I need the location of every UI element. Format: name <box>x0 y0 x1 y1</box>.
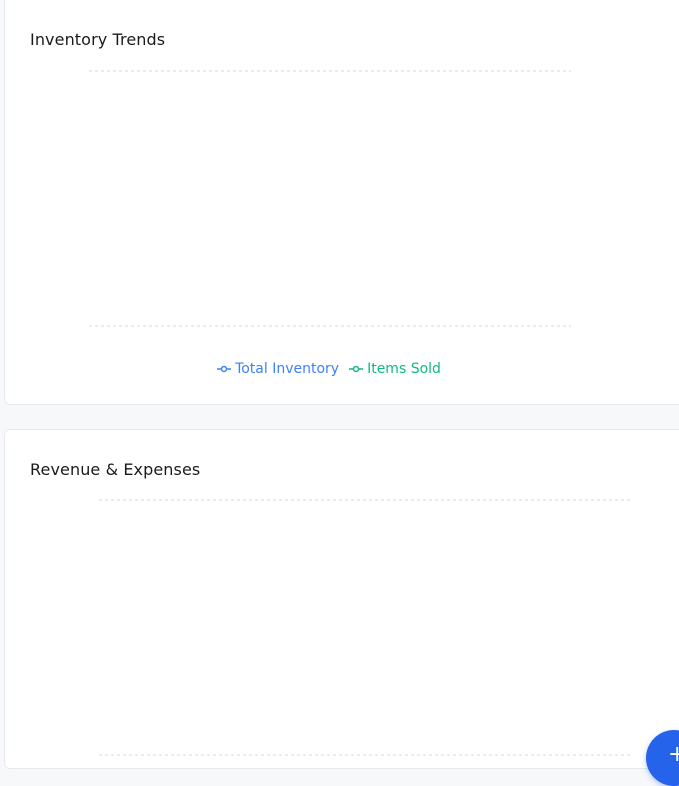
revenue-chart <box>99 499 631 756</box>
legend-label-items-sold: Items Sold <box>367 361 441 377</box>
total-inventory-line-marker-icon <box>217 365 232 373</box>
revenue-chart-area <box>98 493 632 757</box>
items-sold-line-marker-icon <box>349 365 364 373</box>
legend-item-total-inventory[interactable]: Total Inventory <box>217 361 339 377</box>
legend-label-total-inventory: Total Inventory <box>235 361 340 377</box>
revenue-expenses-card: Revenue & Expenses <box>4 429 679 769</box>
legend-item-items-sold[interactable]: Items Sold <box>349 361 441 377</box>
inventory-chart-area <box>88 63 572 327</box>
inventory-chart <box>89 70 571 327</box>
revenue-expenses-title: Revenue & Expenses <box>30 460 201 479</box>
inventory-trends-title: Inventory Trends <box>30 30 166 49</box>
inventory-trends-card: Inventory Trends Total Inventory Items S… <box>4 0 679 405</box>
inventory-legend: Total Inventory Items Sold <box>5 361 653 377</box>
plus-icon: + <box>668 742 679 767</box>
